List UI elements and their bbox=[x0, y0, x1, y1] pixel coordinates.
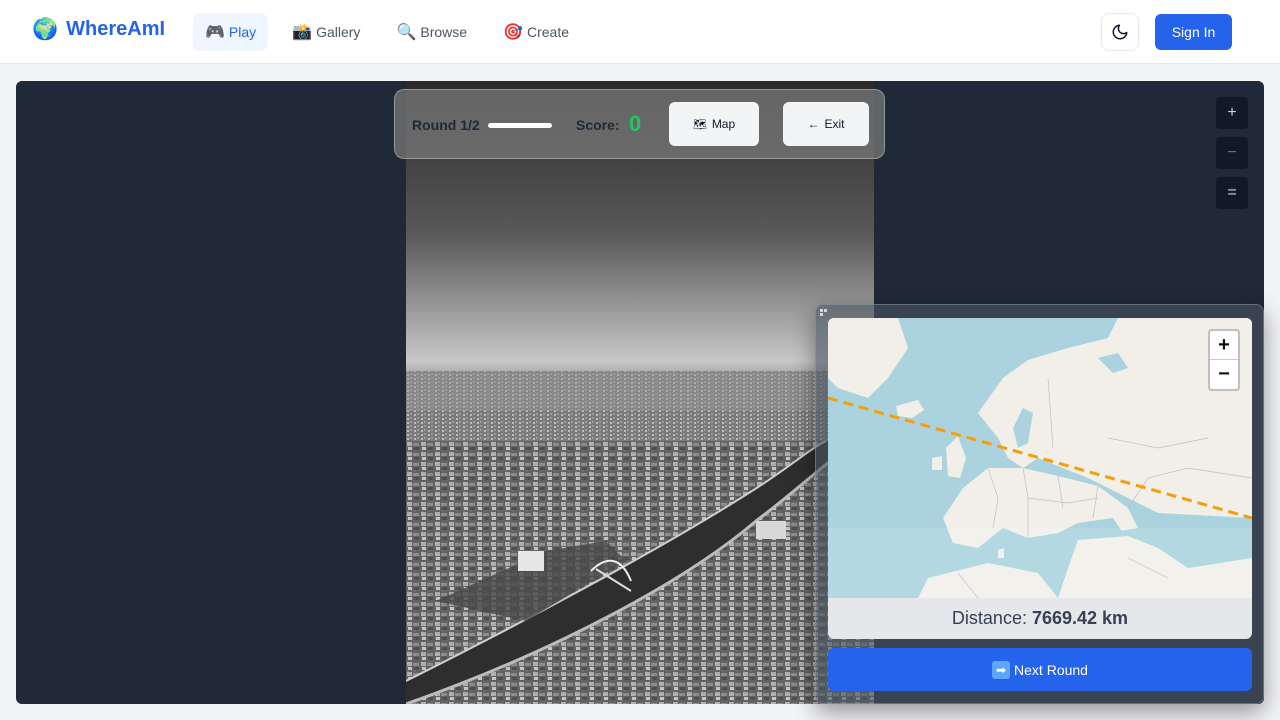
nav-gallery[interactable]: 📸 Gallery bbox=[280, 13, 372, 51]
nav-label: Gallery bbox=[316, 24, 361, 40]
nav-label: Browse bbox=[420, 24, 468, 40]
logo-text: WhereAmI bbox=[66, 18, 166, 40]
target-icon: 🎯 bbox=[503, 24, 523, 41]
round-hud: Round 1/2 Score: 0 🗺 Map ← Exit bbox=[394, 89, 885, 159]
next-round-label: Next Round bbox=[1014, 661, 1088, 678]
resize-handle-icon[interactable] bbox=[820, 309, 828, 317]
main-nav: 🎮 Play 📸 Gallery 🔍 Browse 🎯 Create bbox=[193, 13, 581, 51]
app-header: 🌍 WhereAmI 🎮 Play 📸 Gallery 🔍 Browse 🎯 C… bbox=[0, 0, 1280, 64]
photo-zoom-in-button[interactable]: + bbox=[1216, 97, 1248, 129]
round-progress-bar bbox=[488, 123, 552, 128]
guess-map-panel: + − Distance: 7669.42 km ➡ Next Round bbox=[815, 304, 1264, 704]
arrow-left-icon: ← bbox=[807, 117, 820, 131]
nav-play[interactable]: 🎮 Play bbox=[193, 13, 269, 51]
map-zoom-out-button[interactable]: − bbox=[1210, 360, 1238, 389]
moon-icon bbox=[1112, 24, 1128, 40]
arrow-right-icon: ➡ bbox=[992, 660, 1011, 679]
map-toggle-button[interactable]: 🗺 Map bbox=[669, 102, 759, 146]
score-label: Score: bbox=[576, 117, 620, 133]
distance-readout: Distance: 7669.42 km bbox=[828, 598, 1252, 639]
gamepad-icon: 🎮 bbox=[205, 24, 225, 41]
magnifier-icon: 🔍 bbox=[396, 24, 417, 41]
round-progress-fill bbox=[488, 123, 552, 128]
next-round-button[interactable]: ➡ Next Round bbox=[828, 648, 1252, 691]
round-indicator: Round 1/2 bbox=[412, 117, 480, 133]
map-zoom-controls: + − bbox=[1208, 329, 1240, 391]
photo-zoom-out-button[interactable]: − bbox=[1216, 137, 1248, 169]
distance-label: Distance: bbox=[951, 608, 1027, 628]
map-button-label: Map bbox=[711, 117, 736, 131]
map-zoom-in-button[interactable]: + bbox=[1210, 331, 1238, 360]
nav-label: Play bbox=[228, 24, 257, 40]
nav-create[interactable]: 🎯 Create bbox=[491, 13, 581, 51]
map-icon: 🗺 bbox=[692, 118, 707, 131]
guess-map[interactable]: + − bbox=[828, 318, 1252, 598]
distance-value: 7669.42 km bbox=[1031, 608, 1129, 628]
globe-icon: 🌍 bbox=[32, 18, 59, 41]
location-photo[interactable] bbox=[406, 81, 874, 704]
logo[interactable]: 🌍 WhereAmI bbox=[32, 18, 165, 41]
exit-button-label: Exit bbox=[824, 117, 845, 131]
exit-button[interactable]: ← Exit bbox=[783, 102, 869, 146]
sign-in-button[interactable]: Sign In bbox=[1155, 14, 1232, 50]
nav-browse[interactable]: 🔍 Browse bbox=[384, 13, 479, 51]
theme-toggle-button[interactable] bbox=[1101, 13, 1139, 51]
camera-icon: 📸 bbox=[292, 24, 313, 41]
nav-label: Create bbox=[526, 24, 569, 40]
photo-reset-button[interactable]: = bbox=[1216, 177, 1248, 209]
score-value: 0 bbox=[629, 111, 642, 136]
